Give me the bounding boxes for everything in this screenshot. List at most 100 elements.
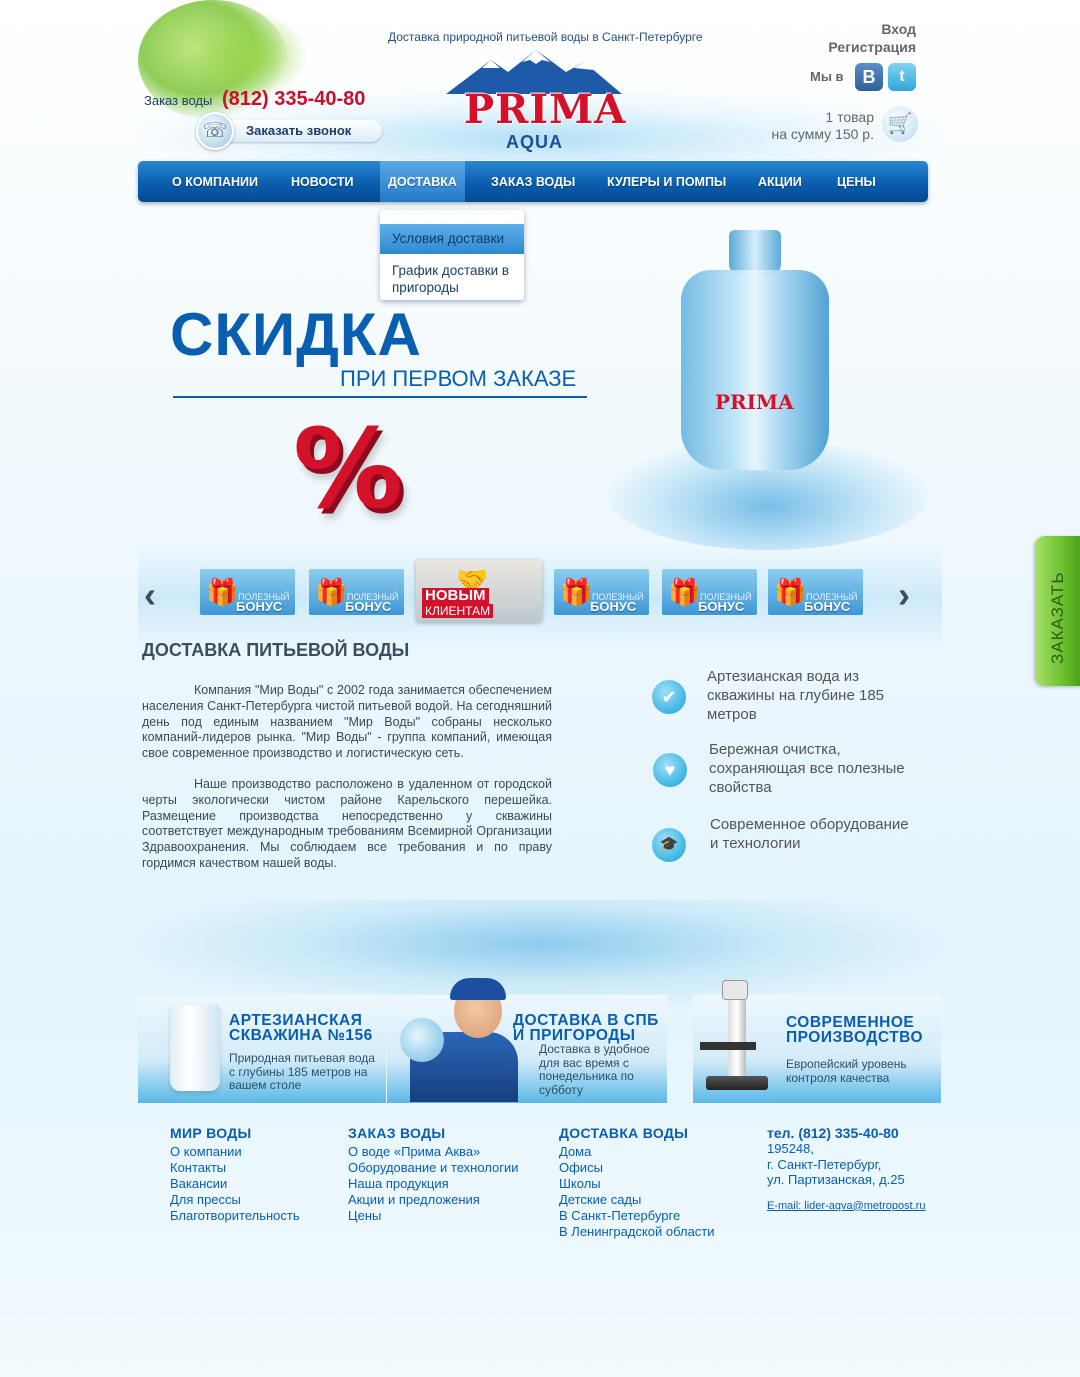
water-wave-decoration [138, 900, 942, 1010]
slider-thumb[interactable]: 🎁 ПОЛЕЗНЫЙ БОНУС [662, 569, 757, 615]
gift-icon: 🎁 [774, 577, 807, 607]
footer-link[interactable]: Цены [348, 1208, 519, 1224]
order-phone-number[interactable]: (812) 335-40-80 [222, 88, 365, 111]
cart-total[interactable]: на сумму 150 р. [772, 126, 874, 142]
about-paragraph: Наше производство расположено в удаленно… [142, 776, 552, 870]
footer-column-delivery: ДОСТАВКА ВОДЫ Дома Офисы Школы Детские с… [559, 1125, 715, 1240]
slider-thumb-active[interactable]: 🤝 НОВЫМ КЛИЕНТАМ [416, 560, 542, 622]
vk-icon[interactable]: В [855, 63, 883, 91]
footer-address-zip: 195248, [767, 1141, 814, 1156]
leaves-decoration [188, 10, 308, 100]
nav-item-promotions[interactable]: АКЦИИ [758, 161, 802, 202]
nav-item-order-water[interactable]: ЗАКАЗ ВОДЫ [491, 161, 575, 202]
thumb-title: БОНУС [590, 599, 637, 614]
footer-link[interactable]: Дома [559, 1144, 715, 1160]
thumb-title: БОНУС [345, 599, 392, 614]
water-glass-image [170, 1005, 220, 1091]
gift-icon: 🎁 [206, 577, 239, 607]
banner-headline: СКИДКА [170, 301, 422, 368]
promo-text: Доставка в удобное для вас время с понед… [539, 1042, 650, 1097]
thumb-title: БОНУС [236, 599, 283, 614]
feature-text: Артезианская вода из скважины на глубине… [707, 668, 884, 723]
promo-text: Природная питьевая вода с глубины 185 ме… [229, 1051, 375, 1092]
telephone-icon[interactable]: ☏ [196, 112, 234, 150]
slider-prev-arrow-icon[interactable]: ‹ [144, 574, 156, 616]
nav-item-news[interactable]: НОВОСТИ [291, 161, 354, 202]
main-nav: О КОМПАНИИ НОВОСТИ ДОСТАВКА ЗАКАЗ ВОДЫ К… [138, 161, 928, 202]
microscope-eyepiece [722, 980, 748, 1000]
footer-link[interactable]: О компании [170, 1144, 300, 1160]
footer-link[interactable]: Благотворительность [170, 1208, 300, 1224]
slider-next-arrow-icon[interactable]: › [898, 574, 910, 616]
logo-prima-text: PRIMA [464, 86, 627, 133]
nav-item-delivery[interactable]: ДОСТАВКА [380, 161, 465, 202]
footer-heading: ЗАКАЗ ВОДЫ [348, 1125, 446, 1141]
order-water-label: Заказ воды [144, 93, 213, 108]
site-tagline: Доставка природной питьевой воды в Санкт… [388, 30, 703, 44]
promo-title: СОВРЕМЕННОЕ ПРОИЗВОДСТВО [786, 1014, 924, 1046]
social-label: Мы в [810, 69, 844, 84]
nav-item-about[interactable]: О КОМПАНИИ [172, 161, 258, 202]
footer-address-street: ул. Партизанская, д.25 [767, 1172, 905, 1187]
bottle-logo: PRIMA [715, 390, 794, 414]
footer-link[interactable]: Для прессы [170, 1192, 300, 1208]
footer-heading: ДОСТАВКА ВОДЫ [559, 1125, 689, 1141]
footer-link[interactable]: Офисы [559, 1160, 715, 1176]
thumb-title: НОВЫМ [422, 588, 489, 604]
bottle-body [681, 270, 829, 470]
feature-text: Бережная очистка, сохраняющая все полезн… [709, 741, 905, 796]
banner-subheadline: ПРИ ПЕРВОМ ЗАКАЗЕ [340, 366, 577, 391]
footer-link[interactable]: Акции и предложения [348, 1192, 519, 1208]
footer-email-link[interactable]: E-mail: lider-aqva@metropost.ru [767, 1200, 926, 1212]
thumb-title: БОНУС [804, 599, 851, 614]
check-icon: ✔ [652, 680, 686, 714]
slider-thumb[interactable]: 🎁 ПОЛЕЗНЫЙ БОНУС [554, 569, 649, 615]
footer-link[interactable]: Детские сады [559, 1192, 715, 1208]
site-logo[interactable]: PRIMA AQUA [446, 48, 625, 158]
footer-link[interactable]: Наша продукция [348, 1176, 519, 1192]
footer-link[interactable]: О воде «Прима Аква» [348, 1144, 519, 1160]
footer-address-city: г. Санкт-Петербург, [767, 1156, 882, 1172]
footer-link[interactable]: В Ленинградской области [559, 1224, 715, 1240]
footer-link[interactable]: Оборудование и технологии [348, 1160, 519, 1176]
shopping-cart-icon[interactable]: 🛒 [882, 106, 918, 142]
section-title: ДОСТАВКА ПИТЬЕВОЙ ВОДЫ [142, 640, 410, 660]
gift-icon: 🎁 [560, 577, 593, 607]
login-link[interactable]: Вход [881, 21, 916, 37]
slider-thumb[interactable]: 🎁 ПОЛЕЗНЫЙ БОНУС [200, 569, 295, 615]
footer-phone[interactable]: тел. (812) 335-40-80 [767, 1125, 926, 1141]
footer-link[interactable]: Контакты [170, 1160, 300, 1176]
deliveryman-cap [450, 978, 506, 1000]
nav-item-coolers[interactable]: КУЛЕРЫ И ПОМПЫ [607, 161, 726, 202]
water-bottle-image: PRIMA [673, 230, 833, 470]
twitter-icon[interactable]: t [888, 63, 916, 91]
order-side-tab[interactable]: ЗАКАЗАТЬ [1035, 536, 1080, 686]
dropdown-item-suburb-schedule[interactable]: График доставки в пригороды [392, 262, 520, 296]
footer-link[interactable]: В Санкт-Петербурге [559, 1208, 715, 1224]
dropdown-item-delivery-terms[interactable]: Условия доставки [380, 224, 524, 254]
page: Доставка природной питьевой воды в Санкт… [138, 0, 942, 1377]
callback-label: Заказать звонок [246, 123, 352, 138]
gift-icon: 🎁 [315, 577, 348, 607]
order-side-tab-label: ЗАКАЗАТЬ [1048, 571, 1067, 664]
footer-column-company: МИР ВОДЫ О компании Контакты Вакансии Дл… [170, 1125, 300, 1224]
feature-text: Современное оборудование и технологии [710, 816, 909, 852]
microscope-base [706, 1076, 768, 1090]
promo-title: АРТЕЗИАНСКАЯ СКВАЖИНА №156 [229, 1012, 373, 1044]
cart-count[interactable]: 1 товар [825, 109, 874, 125]
footer-link[interactable]: Вакансии [170, 1176, 300, 1192]
footer-column-order: ЗАКАЗ ВОДЫ О воде «Прима Аква» Оборудова… [348, 1125, 519, 1224]
deliveryman-bottle [400, 1018, 444, 1062]
microscope-image [700, 980, 770, 1095]
footer-heading: МИР ВОДЫ [170, 1125, 252, 1141]
percent-icon: % [293, 405, 404, 533]
graduation-cap-icon: 🎓 [652, 828, 686, 862]
register-link[interactable]: Регистрация [828, 39, 916, 55]
slider-thumb[interactable]: 🎁 ПОЛЕЗНЫЙ БОНУС [768, 569, 863, 615]
nav-item-prices[interactable]: ЦЕНЫ [837, 161, 876, 202]
footer-contacts: тел. (812) 335-40-80 195248, г. Санкт-Пе… [767, 1125, 926, 1212]
banner-divider [173, 396, 587, 398]
promo-text: Европейский уровень контроля качества [786, 1057, 907, 1085]
footer-link[interactable]: Школы [559, 1176, 715, 1192]
slider-thumb[interactable]: 🎁 ПОЛЕЗНЫЙ БОНУС [309, 569, 404, 615]
